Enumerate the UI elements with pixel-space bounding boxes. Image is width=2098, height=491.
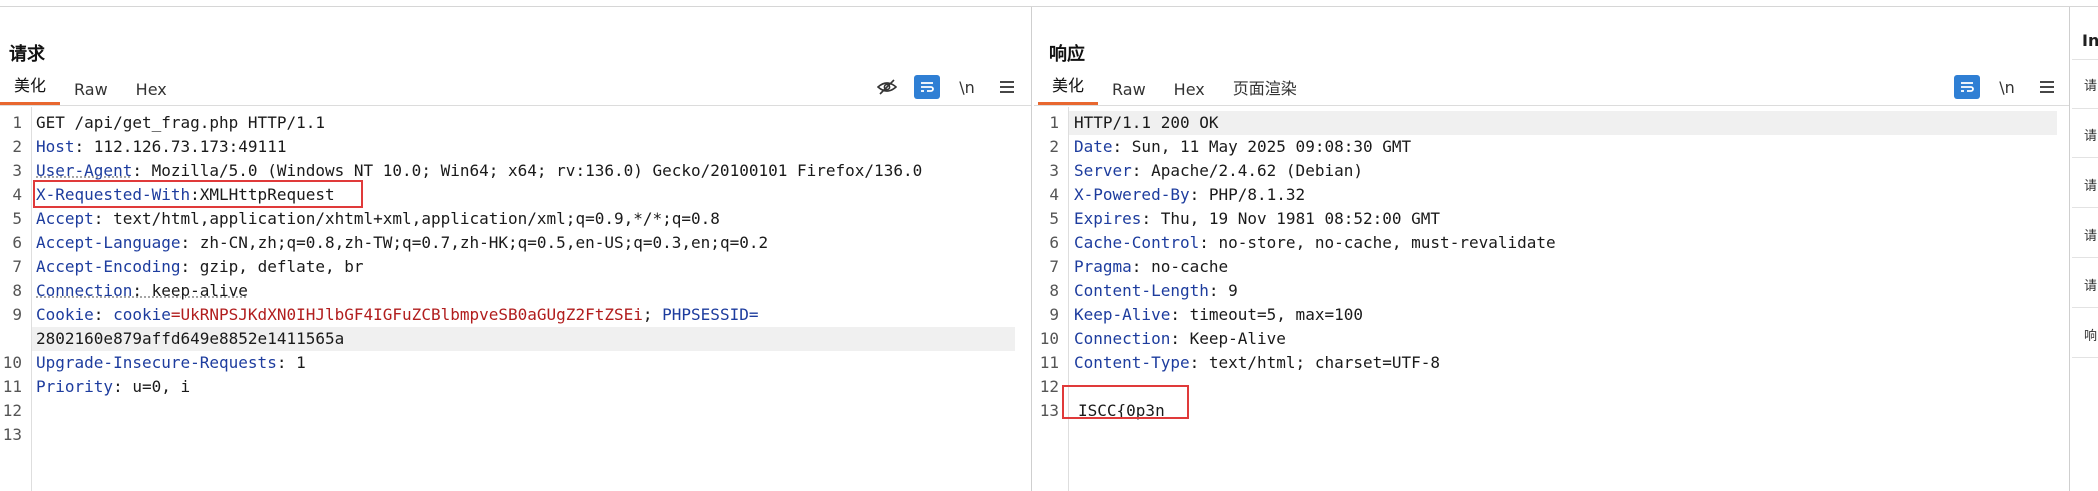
sidebar-divider bbox=[2072, 157, 2098, 158]
response-line: 2 Date: Sun, 11 May 2025 09:08:30 GMT bbox=[1034, 135, 2069, 159]
response-line: 8 Content-Length: 9 bbox=[1034, 279, 2069, 303]
sidebar-item[interactable]: 请 bbox=[2084, 275, 2097, 294]
request-line: 1 GET /api/get_frag.php HTTP/1.1 bbox=[0, 111, 1031, 135]
menu-icon[interactable] bbox=[2034, 75, 2060, 99]
response-line: 7 Pragma: no-cache bbox=[1034, 255, 2069, 279]
response-line: 5 Expires: Thu, 19 Nov 1981 08:52:00 GMT bbox=[1034, 207, 2069, 231]
sidebar-item[interactable]: 响 bbox=[2084, 325, 2097, 344]
request-line: 7 Accept-Encoding: gzip, deflate, br bbox=[0, 255, 1031, 279]
right-sidebar: In 请 请 请 请 请 响 bbox=[2072, 7, 2098, 491]
sidebar-item[interactable]: 请 bbox=[2084, 125, 2097, 144]
request-line: 8 Connection: keep-alive bbox=[0, 279, 1031, 303]
request-tab-rule bbox=[0, 105, 1031, 106]
request-toolbar: \n bbox=[874, 75, 1020, 99]
response-title: 响应 bbox=[1049, 40, 1085, 66]
sidebar-item[interactable]: 请 bbox=[2084, 225, 2097, 244]
request-title: 请求 bbox=[9, 40, 45, 66]
response-tabs: 美化 Raw Hex 页面渲染 bbox=[1038, 73, 1311, 105]
request-line: 11 Priority: u=0, i bbox=[0, 375, 1031, 399]
response-line: 6 Cache-Control: no-store, no-cache, must… bbox=[1034, 231, 2069, 255]
response-pane: 响应 美化 Raw Hex 页面渲染 \n 1 HTTP/1.1 200 OK 2… bbox=[1034, 7, 2070, 491]
word-wrap-icon[interactable] bbox=[914, 75, 940, 99]
request-highlight-box bbox=[33, 180, 363, 208]
word-wrap-icon[interactable] bbox=[1954, 75, 1980, 99]
hide-eye-icon[interactable] bbox=[874, 75, 900, 99]
sidebar-divider bbox=[2072, 307, 2098, 308]
response-editor[interactable]: 1 HTTP/1.1 200 OK 2 Date: Sun, 11 May 2025… bbox=[1034, 107, 2069, 491]
response-line: 10 Connection: Keep-Alive bbox=[1034, 327, 2069, 351]
request-pane: 请求 美化 Raw Hex \n 1 GET /api/get_frag.php … bbox=[0, 7, 1032, 491]
response-line: 12 bbox=[1034, 375, 2069, 399]
request-tabs: 美化 Raw Hex bbox=[0, 73, 181, 105]
response-highlight-box bbox=[1062, 385, 1189, 419]
request-line: 2 Host: 112.126.73.173:49111 bbox=[0, 135, 1031, 159]
response-line: 11 Content-Type: text/html; charset=UTF-8 bbox=[1034, 351, 2069, 375]
request-tab-pretty[interactable]: 美化 bbox=[0, 77, 60, 105]
request-line: 5 Accept: text/html,application/xhtml+xml… bbox=[0, 207, 1031, 231]
sidebar-item[interactable]: 请 bbox=[2084, 175, 2097, 194]
request-editor[interactable]: 1 GET /api/get_frag.php HTTP/1.1 2 Host: 1… bbox=[0, 107, 1031, 491]
request-line: 6 Accept-Language: zh-CN,zh;q=0.8,zh-TW;q… bbox=[0, 231, 1031, 255]
request-cookie-line: 9 Cookie: cookie=UkRNPSJKdXN0IHJlbGF4IGFu… bbox=[0, 303, 1031, 327]
response-line: 9 Keep-Alive: timeout=5, max=100 bbox=[1034, 303, 2069, 327]
request-line: 10 Upgrade-Insecure-Requests: 1 bbox=[0, 351, 1031, 375]
response-line: 3 Server: Apache/2.4.62 (Debian) bbox=[1034, 159, 2069, 183]
sidebar-divider bbox=[2072, 108, 2098, 109]
response-line: 4 X-Powered-By: PHP/8.1.32 bbox=[1034, 183, 2069, 207]
response-tab-pretty[interactable]: 美化 bbox=[1038, 77, 1098, 105]
request-tab-raw[interactable]: Raw bbox=[60, 77, 122, 105]
response-body-line: 13 ISCC{0p3n bbox=[1034, 399, 2069, 423]
sidebar-item[interactable]: 请 bbox=[2084, 75, 2097, 94]
request-line: 12 bbox=[0, 399, 1031, 423]
response-toolbar: \n bbox=[1954, 75, 2060, 99]
newline-toggle-button[interactable]: \n bbox=[1994, 75, 2020, 99]
sidebar-divider bbox=[2072, 207, 2098, 208]
newline-toggle-button[interactable]: \n bbox=[954, 75, 980, 99]
request-line: 13 bbox=[0, 423, 1031, 447]
request-cookie-wrap: 2802160e879affd649e8852e1411565a bbox=[32, 327, 1015, 351]
response-tab-hex[interactable]: Hex bbox=[1160, 77, 1219, 105]
response-line: 1 HTTP/1.1 200 OK bbox=[1034, 111, 2069, 135]
sidebar-divider bbox=[2072, 357, 2098, 358]
sidebar-head: In bbox=[2082, 31, 2098, 50]
menu-icon[interactable] bbox=[994, 75, 1020, 99]
request-tab-hex[interactable]: Hex bbox=[122, 77, 181, 105]
response-tab-raw[interactable]: Raw bbox=[1098, 77, 1160, 105]
sidebar-divider bbox=[2072, 257, 2098, 258]
response-tab-rule bbox=[1034, 105, 2069, 106]
sidebar-divider bbox=[2072, 59, 2098, 60]
response-tab-render[interactable]: 页面渲染 bbox=[1219, 77, 1311, 105]
